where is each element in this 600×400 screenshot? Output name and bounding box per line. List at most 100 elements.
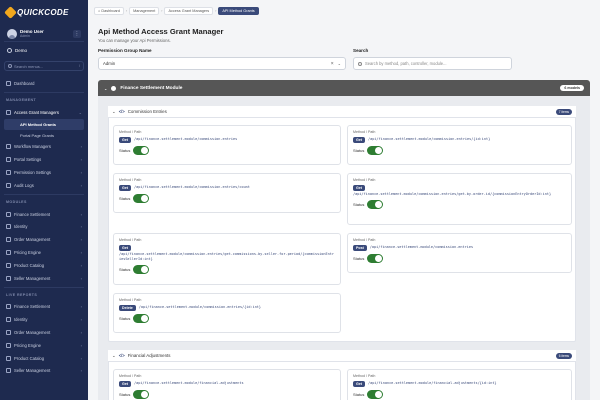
breadcrumb: ⌂ Dashboard › Management › Access Grant … bbox=[94, 6, 259, 15]
status-toggle[interactable] bbox=[133, 314, 150, 323]
sidebar: QUICKCODE Demo User Admin ⋮ Demo Search … bbox=[0, 0, 88, 400]
sidebar-item-label: Audit Logs bbox=[14, 182, 34, 188]
tenant-selector[interactable]: Demo bbox=[4, 44, 84, 56]
module-header-finance-settlement[interactable]: ⌄ Finance Settlement Module 6 models bbox=[98, 80, 590, 96]
avatar bbox=[7, 28, 17, 39]
sidebar-item-module[interactable]: Finance Settlement › bbox=[0, 208, 88, 221]
status-label: Status bbox=[353, 256, 365, 261]
chevron-right-icon: › bbox=[80, 368, 82, 374]
chevron-right-icon: › bbox=[80, 237, 82, 243]
method-badge: Get bbox=[119, 185, 131, 191]
status-toggle[interactable] bbox=[133, 265, 150, 274]
logo[interactable]: QUICKCODE bbox=[0, 0, 88, 24]
sidebar-item-audit-logs[interactable]: Audit Logs › bbox=[0, 179, 88, 192]
endpoint-card: Method / Path Get /api/finance-settlemen… bbox=[347, 173, 572, 225]
group-name: Financial Adjustments bbox=[127, 353, 171, 358]
status-toggle[interactable] bbox=[367, 390, 384, 399]
sidebar-item-report[interactable]: Product Catalog › bbox=[0, 352, 88, 365]
user-role: Admin bbox=[20, 33, 30, 38]
chevron-right-icon: › bbox=[80, 275, 82, 281]
sidebar-subitem-portal-page-grants[interactable]: Portal Page Grants bbox=[0, 130, 88, 141]
more-vertical-icon[interactable]: ⋮ bbox=[73, 29, 81, 38]
sidebar-item-label: Access Grant Managers bbox=[14, 109, 59, 115]
sidebar-item-report[interactable]: Identity › bbox=[0, 313, 88, 326]
status-toggle[interactable] bbox=[133, 194, 150, 203]
search-icon bbox=[358, 61, 362, 66]
status-toggle[interactable] bbox=[133, 390, 150, 399]
status-label: Status bbox=[119, 316, 131, 321]
endpoint-path: /api/finance-settlement-module/commissio… bbox=[353, 192, 552, 196]
page-subtitle: You can manage your Api Permissions. bbox=[98, 38, 171, 43]
sidebar-subitem-api-method-grants[interactable]: API Method Grants bbox=[4, 118, 84, 130]
breadcrumb-access-grant-managers[interactable]: Access Grant Managers bbox=[164, 6, 214, 15]
permission-group-value: Admin bbox=[103, 61, 116, 66]
breadcrumb-management[interactable]: Management bbox=[129, 6, 160, 15]
sidebar-item-report[interactable]: Pricing Engine › bbox=[0, 339, 88, 352]
sidebar-item-label: Identity bbox=[14, 317, 28, 323]
method-badge: Get bbox=[119, 245, 131, 251]
sidebar-item-module[interactable]: Pricing Engine › bbox=[0, 246, 88, 259]
breadcrumb-home[interactable]: ⌂ Dashboard bbox=[94, 6, 124, 15]
group-header-commission-entries[interactable]: ⌄ </> Commission Entries 7 items bbox=[108, 106, 576, 118]
status-label: Status bbox=[119, 148, 131, 153]
search-label: Search bbox=[353, 48, 369, 53]
group-header-financial-adjustments[interactable]: ⌄ </> Financial Adjustments 6 items bbox=[108, 350, 576, 362]
status-toggle[interactable] bbox=[367, 200, 384, 209]
sidebar-item-module[interactable]: Seller Management › bbox=[0, 272, 88, 285]
sidebar-item-portal-settings[interactable]: Portal Settings › bbox=[0, 153, 88, 166]
status-toggle[interactable] bbox=[133, 146, 150, 155]
endpoint-path: /api/finance-settlement-module/financial… bbox=[368, 381, 497, 385]
user-card[interactable]: Demo User Admin ⋮ bbox=[4, 26, 84, 42]
chevron-right-icon: › bbox=[80, 317, 82, 323]
sidebar-item-report[interactable]: Order Management › bbox=[0, 326, 88, 339]
key-icon bbox=[6, 109, 11, 115]
sidebar-item-dashboard[interactable]: Dashboard bbox=[0, 77, 88, 90]
endpoint-card: Method / Path Get/api/finance-settlement… bbox=[113, 369, 341, 400]
sidebar-item-module[interactable]: Product Catalog › bbox=[0, 259, 88, 272]
method-badge: Get bbox=[119, 381, 131, 387]
sidebar-item-access-grant-managers[interactable]: Access Grant Managers ⌄ bbox=[0, 106, 88, 119]
status-toggle[interactable] bbox=[367, 254, 384, 263]
section-label-modules: MODULES bbox=[6, 200, 27, 205]
chevron-down-icon: ⌄ bbox=[78, 109, 82, 115]
sidebar-item-permission-settings[interactable]: Permission Settings › bbox=[0, 166, 88, 179]
chevron-down-icon: ⌄ bbox=[112, 352, 116, 358]
report-icon bbox=[6, 317, 11, 323]
endpoint-card: Method / Path Get/api/finance-settlement… bbox=[113, 173, 341, 213]
breadcrumb-home-label: Dashboard bbox=[101, 8, 120, 13]
search-placeholder: Search by method, path, controller, modu… bbox=[365, 61, 447, 66]
sidebar-item-label: Permission Settings bbox=[14, 170, 52, 176]
sidebar-item-report[interactable]: Seller Management › bbox=[0, 365, 88, 378]
sidebar-item-label: Pricing Engine bbox=[14, 250, 42, 256]
sidebar-item-module[interactable]: Order Management › bbox=[0, 233, 88, 246]
chevron-right-icon: › bbox=[80, 355, 82, 361]
method-badge: Post bbox=[353, 245, 367, 251]
home-icon bbox=[6, 80, 11, 86]
code-icon: </> bbox=[118, 353, 125, 358]
clear-icon[interactable]: × bbox=[331, 61, 334, 67]
search-input[interactable]: Search by method, path, controller, modu… bbox=[353, 57, 512, 70]
shield-icon bbox=[6, 170, 11, 176]
sidebar-item-report[interactable]: Finance Settlement › bbox=[0, 301, 88, 314]
module-count-badge: 6 models bbox=[560, 85, 584, 91]
chevron-right-icon: › bbox=[80, 330, 82, 336]
status-label: Status bbox=[119, 267, 131, 272]
chevron-down-icon[interactable]: ⌄ bbox=[338, 61, 341, 66]
report-icon bbox=[6, 330, 11, 336]
endpoint-path: /api/finance-settlement-module/commissio… bbox=[138, 305, 262, 309]
permission-group-select[interactable]: Admin × ⌄ bbox=[98, 57, 346, 70]
sidebar-item-label: Finance Settlement bbox=[14, 304, 51, 310]
logo-text: QUICKCODE bbox=[17, 7, 69, 17]
method-path-label: Method / Path bbox=[119, 130, 142, 134]
module-icon bbox=[6, 250, 11, 256]
method-badge: Get bbox=[353, 185, 365, 191]
endpoint-path: /api/finance-settlement-module/commissio… bbox=[134, 137, 238, 141]
status-toggle[interactable] bbox=[367, 146, 384, 155]
sidebar-item-workflow-managers[interactable]: Workflow Managers › bbox=[0, 141, 88, 154]
sidebar-item-module[interactable]: Identity › bbox=[0, 221, 88, 234]
module-icon bbox=[111, 85, 117, 91]
page-title: Api Method Access Grant Manager bbox=[98, 27, 224, 36]
menu-search-input[interactable]: Search menus... / bbox=[4, 61, 84, 71]
sidebar-item-label: Portal Settings bbox=[14, 157, 42, 163]
method-badge: Get bbox=[119, 137, 131, 143]
